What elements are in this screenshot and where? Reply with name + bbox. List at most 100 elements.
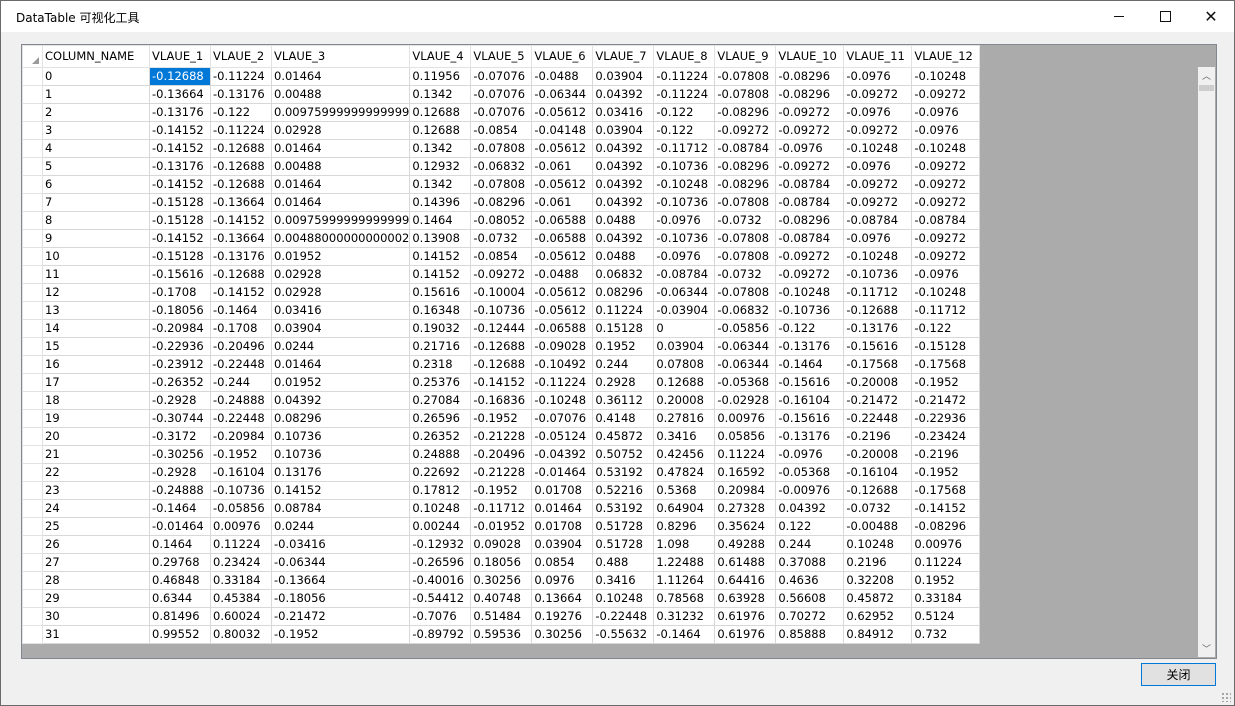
value-cell[interactable]: 0.08784 [270, 499, 411, 518]
value-cell[interactable]: -0.09272 [911, 157, 981, 176]
value-cell[interactable]: 0.14152 [270, 481, 411, 500]
row-header[interactable] [22, 193, 43, 212]
value-cell[interactable]: 0.36112 [592, 391, 655, 410]
value-cell[interactable]: -0.10248 [843, 247, 913, 266]
value-cell[interactable]: -0.13176 [775, 337, 845, 356]
value-cell[interactable]: -0.05856 [210, 499, 272, 518]
column-header[interactable]: VLAUE_5 [470, 45, 533, 68]
table-row[interactable]: 28 0.46848 0.33184 -0.13664 -0.40016 0.30256 0… [22, 571, 981, 590]
value-cell[interactable]: 0.27328 [714, 499, 777, 518]
value-cell[interactable]: 0.00244 [409, 517, 472, 536]
value-cell[interactable]: -0.09272 [911, 175, 981, 194]
value-cell[interactable]: 0.15128 [592, 319, 655, 338]
row-header[interactable] [22, 229, 43, 248]
value-cell[interactable]: 0.26596 [409, 409, 472, 428]
value-cell[interactable]: -0.12688 [470, 355, 533, 374]
column-name-cell[interactable]: 31 [42, 625, 150, 644]
value-cell[interactable]: 0.15616 [409, 283, 472, 302]
value-cell[interactable]: -0.08296 [714, 175, 777, 194]
value-cell[interactable]: 0.6344 [149, 589, 211, 608]
value-cell[interactable]: -0.89792 [409, 625, 472, 644]
value-cell[interactable]: -0.21472 [911, 391, 981, 410]
value-cell[interactable]: -0.07076 [470, 85, 533, 104]
scroll-up-arrow-icon[interactable]: ︿ [1198, 67, 1215, 84]
value-cell[interactable]: -0.15616 [775, 409, 845, 428]
value-cell[interactable]: 0.13908 [409, 229, 472, 248]
value-cell[interactable]: 0.64416 [714, 571, 777, 590]
row-header[interactable] [22, 553, 43, 572]
value-cell[interactable]: 0.3416 [592, 571, 655, 590]
value-cell[interactable]: 0.51484 [470, 607, 533, 626]
value-cell[interactable]: 0.60024 [210, 607, 272, 626]
value-cell[interactable]: -0.0976 [775, 139, 845, 158]
value-cell[interactable]: -0.07808 [714, 229, 777, 248]
value-cell[interactable]: -0.09028 [531, 337, 594, 356]
column-name-cell[interactable]: 23 [42, 481, 150, 500]
value-cell[interactable]: -0.08052 [470, 211, 533, 230]
value-cell[interactable]: 0.80032 [210, 625, 272, 644]
column-header[interactable]: VLAUE_7 [592, 45, 655, 68]
value-cell[interactable]: 0.01952 [270, 247, 411, 266]
value-cell[interactable]: 0.27816 [653, 409, 716, 428]
value-cell[interactable]: 0.00975999999999999 [270, 103, 411, 122]
value-cell[interactable]: 0.03904 [592, 121, 655, 140]
value-cell[interactable]: -0.15128 [149, 193, 211, 212]
row-header[interactable] [22, 301, 43, 320]
value-cell[interactable]: 0.33184 [911, 589, 981, 608]
value-cell[interactable]: 0.122 [775, 517, 845, 536]
value-cell[interactable]: -0.05368 [775, 463, 845, 482]
value-cell[interactable]: -0.06344 [531, 85, 594, 104]
value-cell[interactable]: -0.11712 [653, 139, 716, 158]
value-cell[interactable]: -0.09272 [911, 193, 981, 212]
row-header[interactable] [22, 121, 43, 140]
data-grid[interactable]: COLUMN_NAME VLAUE_1 VLAUE_2 VLAUE_3 VLAUE_4 V… [21, 44, 1217, 659]
row-header[interactable] [22, 373, 43, 392]
value-cell[interactable]: -0.1708 [149, 283, 211, 302]
value-cell[interactable]: -0.16104 [775, 391, 845, 410]
column-name-cell[interactable]: 29 [42, 589, 150, 608]
column-name-cell[interactable]: 27 [42, 553, 150, 572]
value-cell[interactable]: -0.07076 [531, 409, 594, 428]
column-header[interactable]: COLUMN_NAME [42, 45, 150, 68]
value-cell[interactable]: -0.05856 [714, 319, 777, 338]
value-cell[interactable]: 0.53192 [592, 499, 655, 518]
value-cell[interactable]: -0.12688 [843, 481, 913, 500]
value-cell[interactable]: -0.09272 [843, 193, 913, 212]
value-cell[interactable]: 0.50752 [592, 445, 655, 464]
value-cell[interactable]: 0.0244 [270, 337, 411, 356]
column-header[interactable]: VLAUE_2 [210, 45, 272, 68]
value-cell[interactable]: -0.21472 [843, 391, 913, 410]
table-row[interactable]: 1 -0.13664 -0.13176 0.00488 0.1342 -0.07076 -0… [22, 85, 981, 104]
value-cell[interactable]: -0.122 [775, 319, 845, 338]
value-cell[interactable]: 0.01952 [270, 373, 411, 392]
value-cell[interactable]: -0.20984 [210, 427, 272, 446]
value-cell[interactable]: -0.15128 [149, 247, 211, 266]
value-cell[interactable]: -0.10248 [531, 391, 594, 410]
value-cell[interactable]: -0.16104 [843, 463, 913, 482]
column-name-cell[interactable]: 26 [42, 535, 150, 554]
column-name-cell[interactable]: 14 [42, 319, 150, 338]
value-cell[interactable]: -0.10736 [653, 157, 716, 176]
value-cell[interactable]: 0.2928 [592, 373, 655, 392]
value-cell[interactable]: 0.0244 [270, 517, 411, 536]
table-row[interactable]: 12 -0.1708 -0.14152 0.02928 0.15616 -0.10004-… [22, 283, 981, 302]
value-cell[interactable]: -0.3172 [149, 427, 211, 446]
value-cell[interactable]: -0.54412 [409, 589, 472, 608]
value-cell[interactable]: 0.04392 [775, 499, 845, 518]
value-cell[interactable]: 0.0488 [592, 247, 655, 266]
value-cell[interactable]: -0.11224 [210, 67, 272, 86]
column-name-cell[interactable]: 16 [42, 355, 150, 374]
value-cell[interactable]: 0.00975999999999999 [270, 211, 411, 230]
value-cell[interactable]: 0.13664 [531, 589, 594, 608]
value-cell[interactable]: 0.244 [592, 355, 655, 374]
value-cell[interactable]: 0.40748 [470, 589, 533, 608]
value-cell[interactable]: -0.0976 [775, 445, 845, 464]
value-cell[interactable]: -0.14152 [149, 121, 211, 140]
value-cell[interactable]: 0.01464 [270, 355, 411, 374]
value-cell[interactable]: -0.1464 [210, 301, 272, 320]
value-cell[interactable]: 0.29768 [149, 553, 211, 572]
value-cell[interactable]: -0.1952 [270, 625, 411, 644]
table-row[interactable]: 25 -0.01464 0.00976 0.0244 0.00244 -0.01952 0.… [22, 517, 981, 536]
value-cell[interactable]: -0.08784 [775, 193, 845, 212]
value-cell[interactable]: 0.03904 [270, 319, 411, 338]
